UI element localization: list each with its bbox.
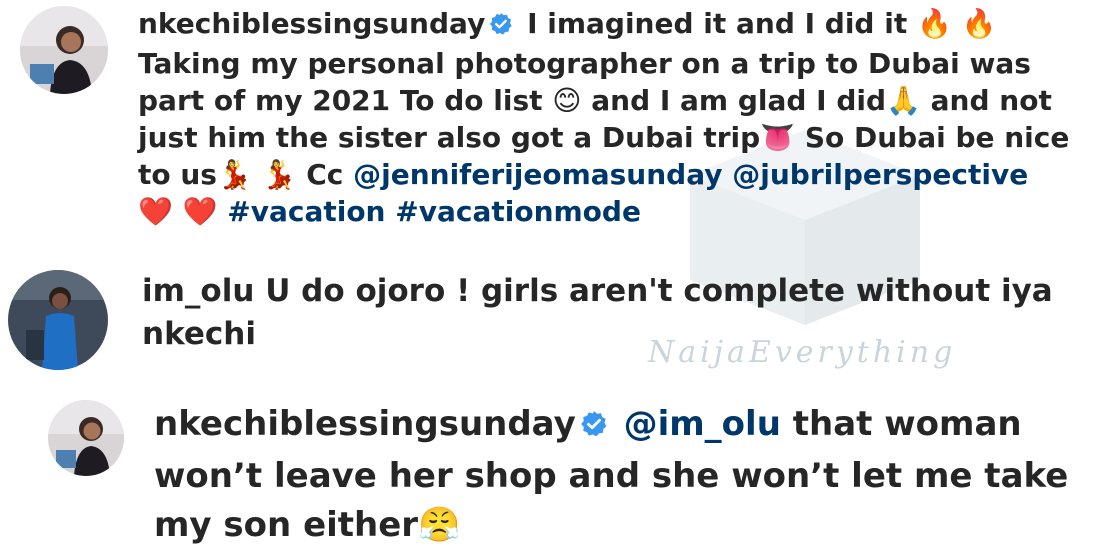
verified-badge-icon — [580, 403, 608, 452]
tongue-emoji-icon: 👅 — [760, 120, 796, 154]
smile-emoji-icon: 😊 — [552, 83, 582, 117]
comment-username[interactable]: nkechiblessingsunday — [138, 7, 485, 40]
heart-emoji-icon: ❤️ ❤️ — [138, 194, 218, 228]
mention-link[interactable]: @jubrilperspective — [732, 158, 1028, 191]
comment-username[interactable]: nkechiblessingsunday — [154, 404, 576, 444]
comment-text: nkechiblessingsunday @im_olu that woman … — [154, 400, 1094, 550]
avatar[interactable] — [8, 270, 108, 370]
dancer-emoji-icon: 💃 💃 — [216, 157, 297, 191]
mention-link[interactable]: @jenniferijeomasunday — [353, 158, 722, 191]
pray-emoji-icon: 🙏 — [886, 83, 921, 117]
comment-text: im_olu U do ojoro ! girls aren't complet… — [142, 270, 1092, 370]
comment-body: and I am glad I did — [591, 83, 887, 117]
comment-item: nkechiblessingsunday I imagined it and I… — [20, 6, 1098, 231]
avatar[interactable] — [48, 400, 124, 476]
comment-username[interactable]: im_olu — [142, 273, 254, 309]
angry-emoji-icon: 😤 — [418, 504, 461, 545]
comment-body: I imagined it and I did it — [527, 7, 908, 40]
verified-badge-icon — [489, 9, 513, 46]
avatar[interactable] — [20, 6, 108, 94]
comment-item: nkechiblessingsunday @im_olu that woman … — [48, 400, 1094, 550]
fire-emoji-icon: 🔥 🔥 — [916, 7, 997, 40]
comment-item: im_olu U do ojoro ! girls aren't complet… — [8, 270, 1092, 370]
mention-link[interactable]: @im_olu — [624, 404, 781, 444]
hashtag-link[interactable]: #vacation — [227, 195, 385, 228]
comment-body: U do ojoro ! girls aren't complete witho… — [142, 273, 1053, 352]
comment-text: nkechiblessingsunday I imagined it and I… — [138, 6, 1098, 231]
hashtag-link[interactable]: #vacationmode — [395, 195, 641, 228]
comment-body: Cc — [306, 157, 344, 191]
